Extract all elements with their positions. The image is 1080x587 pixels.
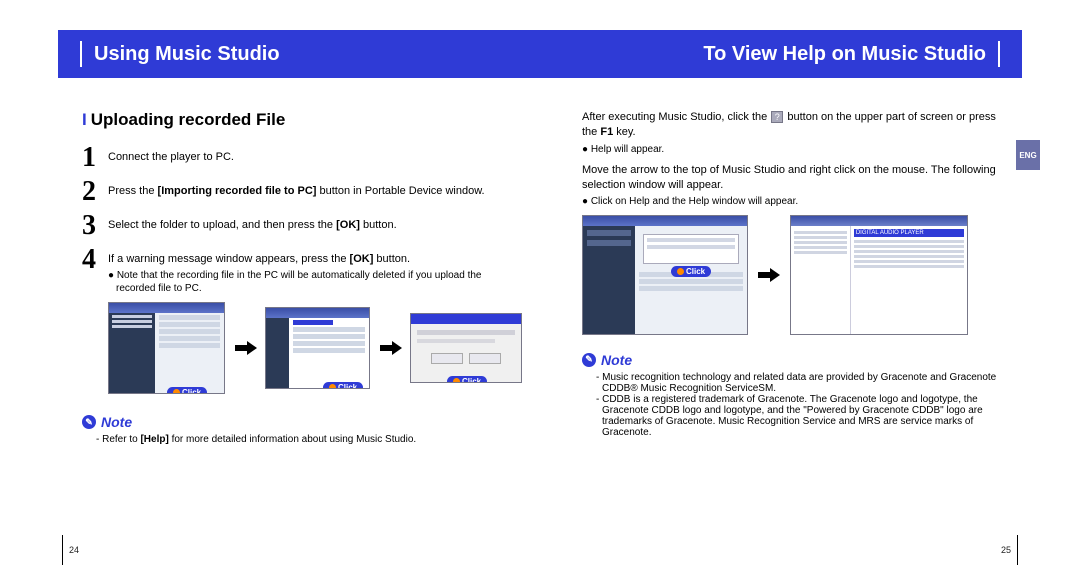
step-text-bold: [OK] [350,253,374,265]
screenshot-row: Click DIGITAL AUDIO PLAYER [582,215,1006,335]
click-label: Click [182,388,201,394]
screenshot-music-studio: Click [582,215,748,335]
arrow-right-icon [758,269,780,281]
note-item: Music recognition technology and related… [582,372,1006,394]
screenshot-folder: Click [265,307,370,389]
step-text: Connect the player to PC. [108,151,234,163]
click-badge: Click [447,376,487,383]
note-bold: [Help] [140,434,168,445]
pencil-icon: ✎ [582,353,596,367]
step-text-prefix: If a warning message window appears, pre… [108,253,350,265]
right-chapter-title: To View Help on Music Studio [703,30,1000,78]
left-chapter-title: Using Music Studio [80,30,280,78]
header-bar: Using Music Studio To View Help on Music… [58,30,1022,78]
step-text-suffix: button in Portable Device window. [316,185,484,197]
step-item: 2 Press the [Importing recorded file to … [82,178,522,206]
intro-prefix: After executing Music Studio, click the [582,111,770,123]
step-body: If a warning message window appears, pre… [108,246,522,296]
step-body: Press the [Importing recorded file to PC… [108,178,522,206]
step-body: Select the folder to upload, and then pr… [108,212,522,240]
left-page-content: IUploading recorded File 1 Connect the p… [82,110,522,445]
note-heading: ✎ Note [82,414,132,430]
click-label: Click [462,377,481,383]
note-prefix: Refer to [102,434,140,445]
step-number: 3 [82,212,108,240]
click-badge: Click [671,266,711,277]
divider-icon [1017,535,1018,565]
step-number: 1 [82,144,108,172]
para-move-arrow: Move the arrow to the top of Music Studi… [582,163,1006,193]
note-block: ✎ Note Refer to [Help] for more detailed… [82,412,522,446]
language-tab-text: ENG [1019,151,1036,160]
note-heading: ✎ Note [582,352,632,368]
step-text-bold: [OK] [336,219,360,231]
language-tab: ENG [1016,140,1040,170]
screenshot-help-window: DIGITAL AUDIO PLAYER [790,215,968,335]
bullet-help-appear: Help will appear. [582,144,1006,155]
screenshot-import: Click [108,302,225,394]
help-icon: ? [771,111,783,123]
steps-list: 1 Connect the player to PC. 2 Press the … [82,144,522,296]
step-item: 1 Connect the player to PC. [82,144,522,172]
note-suffix: for more detailed information about usin… [169,434,416,445]
click-label: Click [686,267,705,276]
step-number: 4 [82,246,108,296]
step-number: 2 [82,178,108,206]
manual-spread: Using Music Studio To View Help on Music… [0,0,1080,587]
section-subheading: IUploading recorded File [82,110,522,130]
intro-text: After executing Music Studio, click the … [582,110,1006,140]
right-page-content: After executing Music Studio, click the … [582,110,1006,438]
click-badge: Click [323,382,363,389]
divider-icon [62,535,63,565]
divider-icon [80,41,82,67]
arrow-right-icon [235,342,255,354]
step-subnote: Note that the recording file in the PC w… [108,269,522,296]
note-block: ✎ Note Music recognition technology and … [582,349,1006,438]
screenshot-warning: Click [410,313,522,383]
subheading-marker: I [82,110,87,129]
note-label: Note [101,414,132,430]
step-text-prefix: Select the folder to upload, and then pr… [108,219,336,231]
step-body: Connect the player to PC. [108,144,522,172]
pencil-icon: ✎ [82,415,96,429]
help-window-title: DIGITAL AUDIO PLAYER [854,229,964,237]
page-number-text: 25 [1001,545,1011,555]
arrow-right-icon [380,342,400,354]
intro-bold: F1 [600,126,613,138]
step-text-prefix: Press the [108,185,158,197]
click-badge: Click [167,387,207,394]
left-title-text: Using Music Studio [94,43,280,66]
click-label: Click [338,383,357,389]
screenshot-row: Click Click [108,302,522,394]
step-text-suffix: button. [373,253,410,265]
bullet-click-help: Click on Help and the Help window will a… [582,196,1006,207]
page-number-right: 25 [1001,535,1018,565]
right-title-text: To View Help on Music Studio [703,43,986,66]
divider-icon [998,41,1000,67]
note-body: Refer to [Help] for more detailed inform… [82,434,522,445]
intro-suffix: key. [613,126,635,138]
step-item: 4 If a warning message window appears, p… [82,246,522,296]
page-number-text: 24 [69,545,79,555]
note-label: Note [601,352,632,368]
note-item: CDDB is a registered trademark of Gracen… [582,394,1006,438]
step-text-suffix: button. [360,219,397,231]
step-text-bold: [Importing recorded file to PC] [158,185,317,197]
page-number-left: 24 [62,535,79,565]
step-item: 3 Select the folder to upload, and then … [82,212,522,240]
subheading-text: Uploading recorded File [91,110,286,129]
